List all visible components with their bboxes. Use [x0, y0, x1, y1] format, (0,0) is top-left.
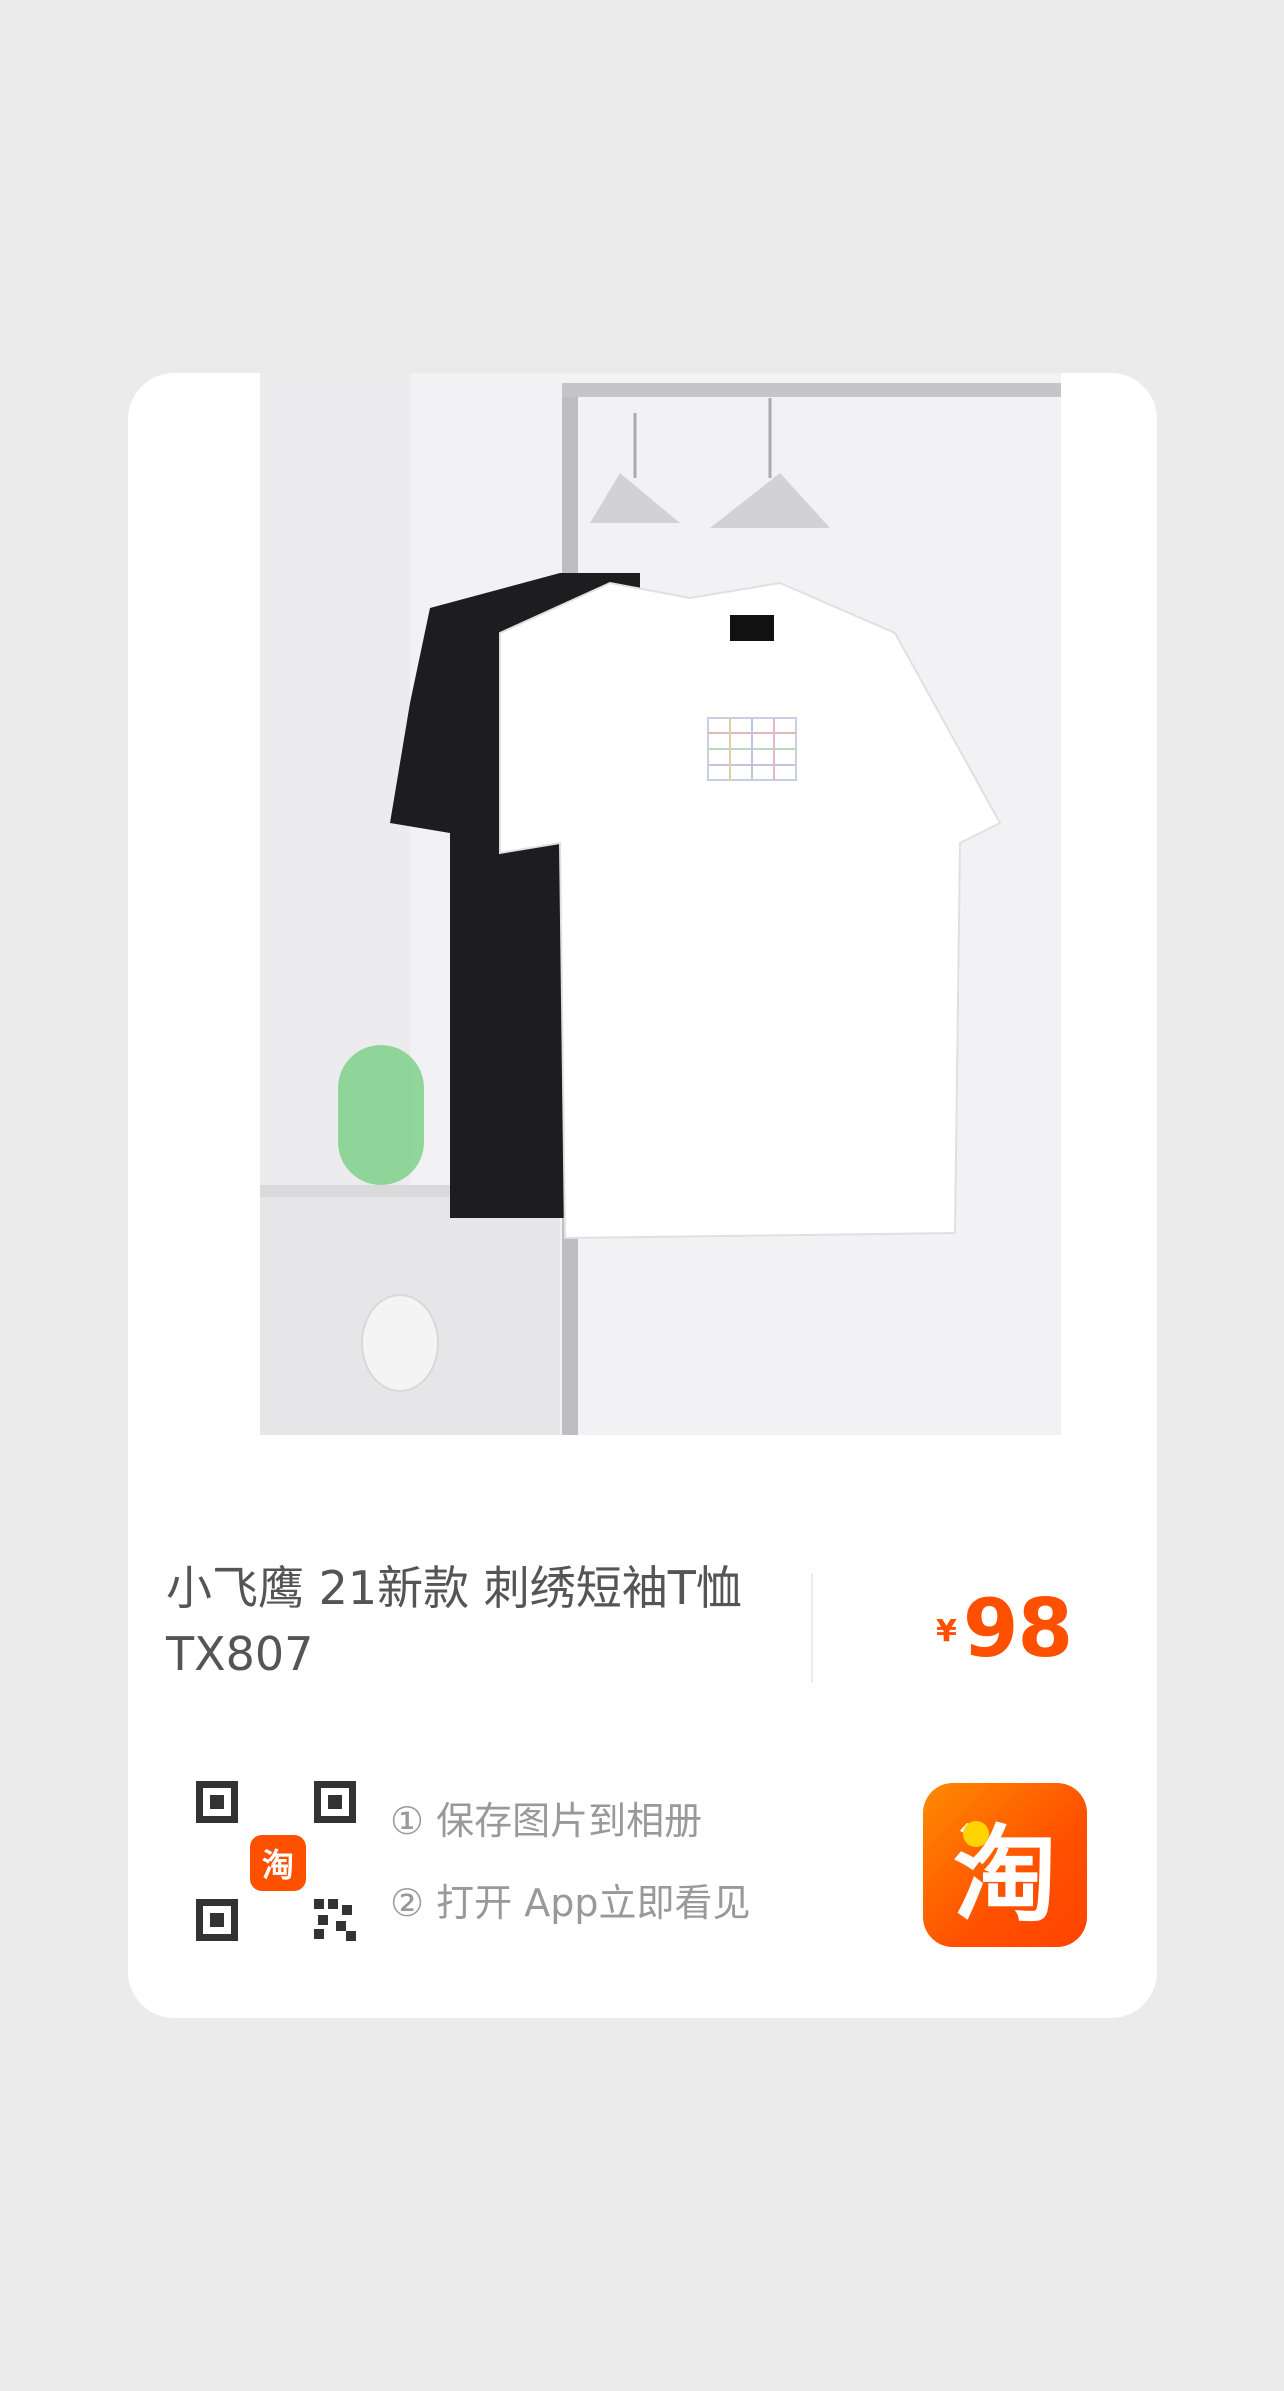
share-card: 小飞鹰 21新款 刺绣短袖T恤 TX807 ¥ 98 淘 ① 保存图片到相册 ②…	[128, 373, 1157, 2018]
qr-code: 淘	[196, 1781, 356, 1941]
price-value: 98	[962, 1581, 1073, 1675]
product-photo-illustration	[260, 373, 1061, 1435]
product-image	[260, 373, 1061, 1435]
logo-text: 淘	[952, 1813, 1057, 1936]
currency-symbol: ¥	[936, 1613, 957, 1649]
qr-taobao-icon: 淘	[250, 1835, 306, 1891]
divider	[811, 1573, 813, 1683]
step-save-image: ① 保存图片到相册	[390, 1799, 703, 1843]
step-open-app: ② 打开 App立即看见	[390, 1881, 751, 1925]
share-steps: ① 保存图片到相册 ② 打开 App立即看见	[390, 1793, 750, 1957]
product-title: 小飞鹰 21新款 刺绣短袖T恤 TX807	[166, 1561, 742, 1681]
logo-dot	[963, 1821, 989, 1847]
taobao-logo-icon: 淘	[923, 1783, 1087, 1947]
product-price: ¥ 98	[936, 1573, 1073, 1683]
